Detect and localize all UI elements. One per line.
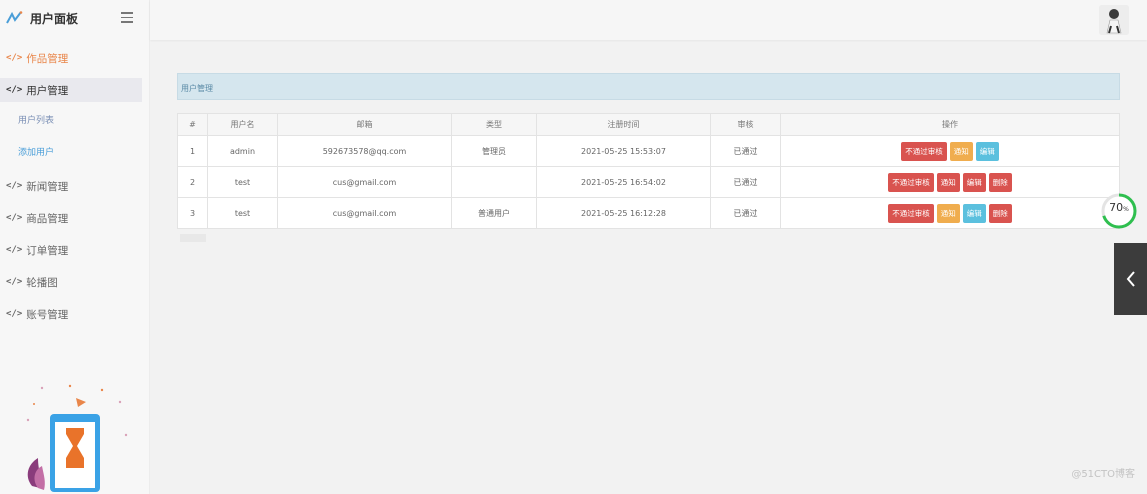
sidebar-subitem-user-list[interactable]: 用户列表: [0, 110, 149, 128]
sidebar-item-label: 用户管理: [26, 84, 69, 97]
code-icon: </>: [6, 85, 23, 95]
sidebar-item-carousel[interactable]: </> 轮播图: [0, 270, 149, 294]
sidebar-item-works[interactable]: </> 作品管理: [0, 46, 149, 70]
sidebar-item-products[interactable]: </> 商品管理: [0, 206, 149, 230]
side-panel-toggle[interactable]: [1114, 243, 1147, 315]
table-row: 1 admin 592673578@qq.com 管理员 2021-05-25 …: [177, 135, 1120, 167]
pagination[interactable]: [180, 234, 206, 242]
cell-type: [451, 166, 537, 198]
column-header-type: 类型: [451, 113, 537, 136]
cell-status: 已通过: [710, 166, 781, 198]
sidebar-item-label: 新闻管理: [26, 180, 69, 193]
progress-unit: %: [1123, 206, 1129, 213]
edit-button[interactable]: 编辑: [962, 203, 986, 223]
cell-time: 2021-05-25 15:53:07: [536, 135, 711, 167]
edit-button[interactable]: 编辑: [962, 172, 986, 192]
column-header-time: 注册时间: [536, 113, 711, 136]
cell-type: 管理员: [451, 135, 537, 167]
table-row: 2 test cus@gmail.com 2021-05-25 16:54:02…: [177, 166, 1120, 198]
cell-email: cus@gmail.com: [277, 166, 452, 198]
sidebar-item-label: 商品管理: [26, 212, 69, 225]
sidebar-item-label: 账号管理: [26, 308, 69, 321]
users-table: # 用户名 邮箱 类型 注册时间 审核 操作 1 admin 592673578…: [177, 113, 1120, 229]
topbar: [150, 0, 1147, 40]
progress-value: 70%: [1100, 201, 1138, 214]
user-avatar-icon: [1099, 5, 1129, 35]
code-icon: </>: [6, 181, 23, 191]
sidebar-illustration: [20, 380, 150, 494]
column-header-id: #: [177, 113, 208, 136]
column-header-email: 邮箱: [277, 113, 452, 136]
watermark: @51CTO博客: [1071, 469, 1135, 480]
menu-toggle-icon[interactable]: [121, 12, 133, 23]
delete-button[interactable]: 删除: [988, 203, 1012, 223]
sidebar-item-label: 订单管理: [26, 244, 69, 257]
avatar[interactable]: [1099, 5, 1129, 35]
cell-actions: 不通过审核 通知 编辑 删除: [780, 166, 1120, 198]
reject-review-button[interactable]: 不通过审核: [888, 172, 934, 192]
brand: 用户面板: [0, 0, 149, 36]
cell-status: 已通过: [710, 135, 781, 167]
cell-email: 592673578@qq.com: [277, 135, 452, 167]
sidebar-item-orders[interactable]: </> 订单管理: [0, 238, 149, 262]
cell-id: 1: [177, 135, 208, 167]
progress-number: 70: [1109, 201, 1124, 214]
delete-button[interactable]: 删除: [988, 172, 1012, 192]
cell-username: test: [207, 197, 278, 229]
code-icon: </>: [6, 213, 23, 223]
cell-status: 已通过: [710, 197, 781, 229]
sidebar-item-label: 作品管理: [26, 52, 69, 65]
cell-actions: 不通过审核 通知 编辑 删除: [780, 197, 1120, 229]
brand-title: 用户面板: [30, 11, 79, 26]
column-header-status: 审核: [710, 113, 781, 136]
sidebar-item-news[interactable]: </> 新闻管理: [0, 174, 149, 198]
cell-username: test: [207, 166, 278, 198]
cell-time: 2021-05-25 16:12:28: [536, 197, 711, 229]
hourglass-illustration-icon: [26, 384, 128, 492]
cell-type: 普通用户: [451, 197, 537, 229]
notify-button[interactable]: 通知: [936, 172, 960, 192]
code-icon: </>: [6, 277, 23, 287]
cell-id: 3: [177, 197, 208, 229]
table-header-row: # 用户名 邮箱 类型 注册时间 审核 操作: [177, 113, 1120, 136]
panel-title: 用户管理: [177, 73, 1120, 100]
chevron-left-icon: [1126, 271, 1135, 287]
sidebar-item-users[interactable]: </> 用户管理: [0, 78, 142, 102]
sidebar-nav: </> 作品管理 </> 用户管理 用户列表 添加用户 </> 新闻管理 </>…: [0, 46, 149, 326]
cell-username: admin: [207, 135, 278, 167]
sidebar-subitem-add-user[interactable]: 添加用户: [0, 142, 149, 160]
reject-review-button[interactable]: 不通过审核: [901, 141, 947, 161]
cell-id: 2: [177, 166, 208, 198]
code-icon: </>: [6, 53, 23, 63]
column-header-actions: 操作: [780, 113, 1120, 136]
progress-ring: 70%: [1100, 192, 1138, 230]
code-icon: </>: [6, 245, 23, 255]
cell-email: cus@gmail.com: [277, 197, 452, 229]
sidebar-item-label: 轮播图: [26, 276, 58, 289]
notify-button[interactable]: 通知: [936, 203, 960, 223]
cell-time: 2021-05-25 16:54:02: [536, 166, 711, 198]
table-row: 3 test cus@gmail.com 普通用户 2021-05-25 16:…: [177, 197, 1120, 229]
cell-actions: 不通过审核 通知 编辑: [780, 135, 1120, 167]
sidebar-item-accounts[interactable]: </> 账号管理: [0, 302, 149, 326]
edit-button[interactable]: 编辑: [975, 141, 999, 161]
code-icon: </>: [6, 309, 23, 319]
reject-review-button[interactable]: 不通过审核: [888, 203, 934, 223]
column-header-username: 用户名: [207, 113, 278, 136]
logo-icon: [6, 11, 23, 24]
notify-button[interactable]: 通知: [949, 141, 973, 161]
